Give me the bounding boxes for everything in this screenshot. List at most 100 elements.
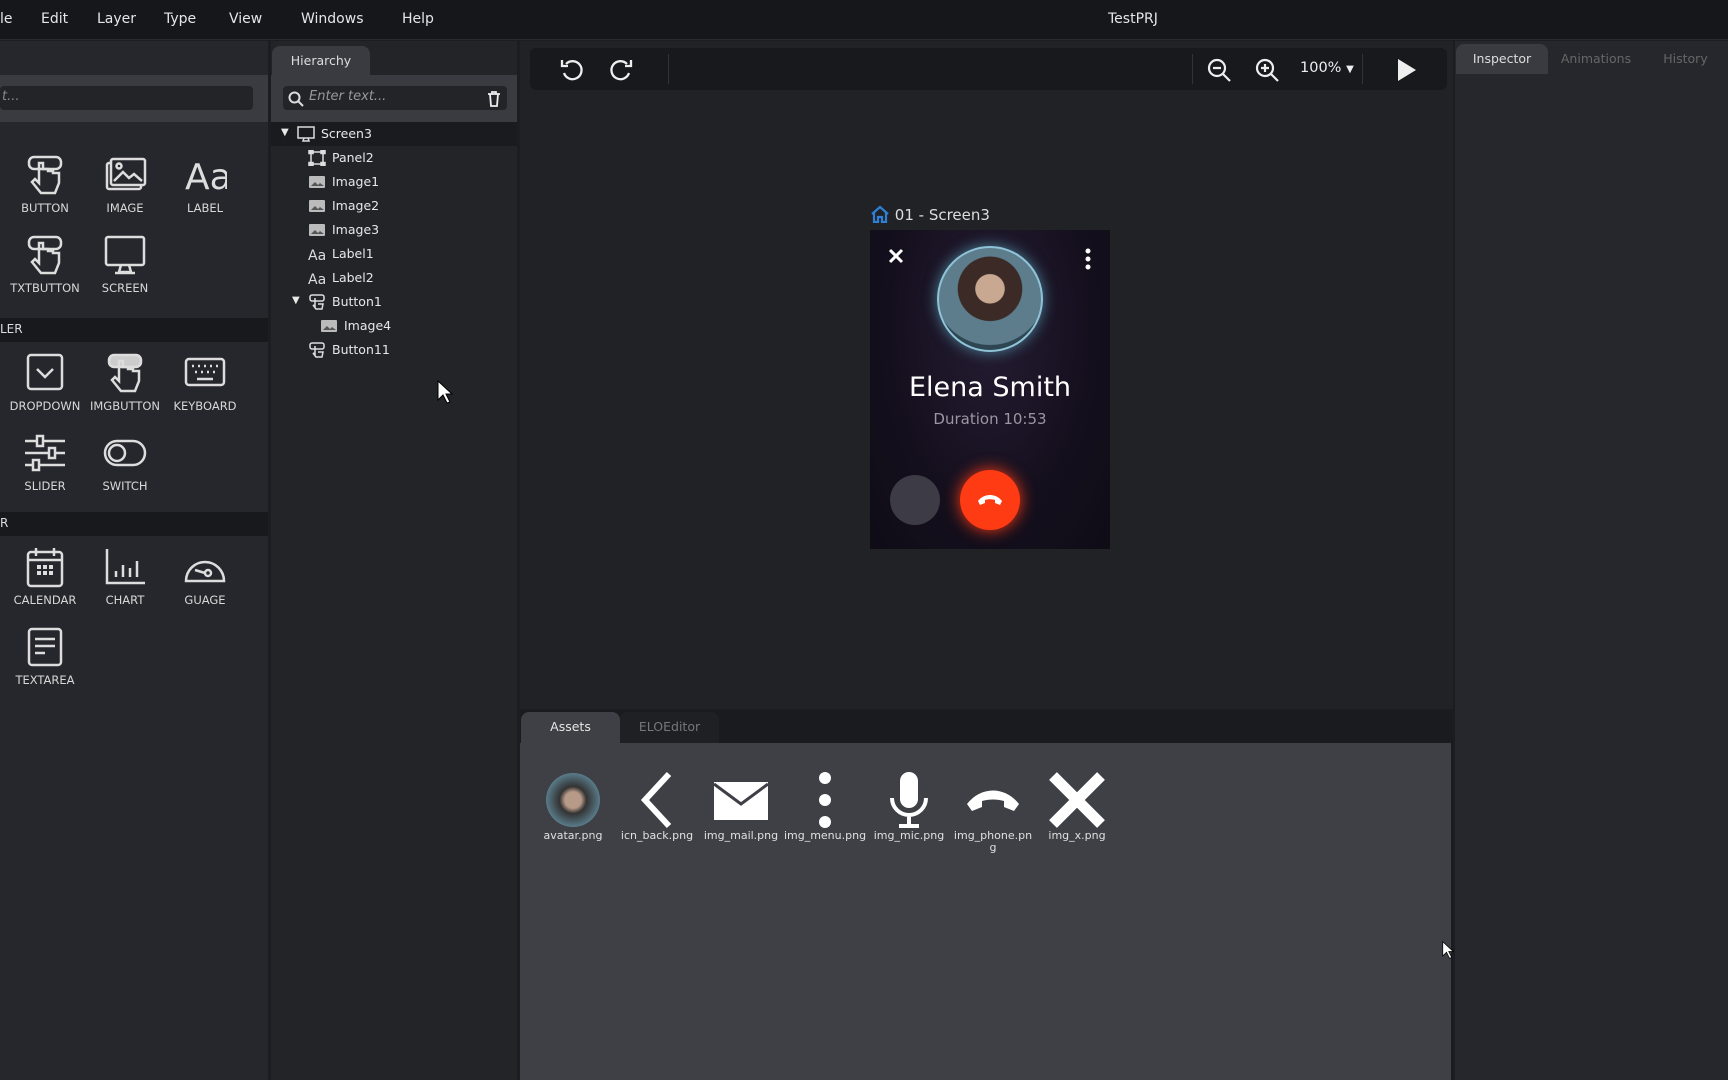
widget-search-input[interactable]: t... — [0, 86, 253, 110]
divider — [1192, 54, 1193, 84]
tree-item-label: Button1 — [332, 294, 382, 309]
asset-filename: img_x.png — [1048, 829, 1106, 842]
end-call-button[interactable] — [960, 470, 1020, 530]
mail-icon — [699, 770, 783, 830]
asset-item[interactable]: img_x.png — [1035, 770, 1119, 842]
hand-pointer-icon — [107, 353, 143, 393]
tree-item[interactable]: Button11 — [271, 338, 517, 362]
play-icon[interactable] — [1392, 56, 1420, 84]
image-icon — [320, 318, 338, 334]
expand-toggle-icon[interactable]: ▼ — [292, 295, 300, 306]
hierarchy-search-input[interactable]: Enter text... — [283, 86, 507, 110]
mute-button[interactable] — [890, 475, 940, 525]
expand-toggle-icon[interactable]: ▼ — [281, 127, 289, 138]
chevron-down-icon: ▼ — [1346, 64, 1354, 75]
widget-switch[interactable]: SWITCH — [85, 431, 165, 493]
bar-chart-icon — [105, 549, 145, 585]
widget-gauge[interactable]: GUAGE — [165, 545, 245, 607]
hand-pointer-icon — [27, 235, 63, 275]
section-header-other: R — [0, 512, 268, 536]
widget-chart[interactable]: CHART — [85, 545, 165, 607]
tree-item[interactable]: Aa Label2 — [271, 266, 517, 290]
undo-icon[interactable] — [558, 56, 586, 84]
asset-item[interactable]: img_mic.png — [867, 770, 951, 842]
widget-panel: t... BUTTON IMAGE Aa LABEL TXTBUTTON SCR… — [0, 41, 268, 1080]
close-icon[interactable] — [888, 248, 904, 264]
gauge-icon — [184, 560, 226, 583]
tree-item[interactable]: Aa Label1 — [271, 242, 517, 266]
widget-screen[interactable]: SCREEN — [85, 233, 165, 295]
widget-txtbutton[interactable]: TXTBUTTON — [5, 233, 85, 295]
tree-item[interactable]: ▼ Screen3 — [271, 122, 517, 146]
text-aa-icon: Aa — [308, 270, 326, 288]
widget-textarea[interactable]: TEXTAREA — [5, 625, 85, 687]
asset-item[interactable]: avatar.png — [531, 770, 615, 842]
tree-item[interactable]: Image1 — [271, 170, 517, 194]
tab-hierarchy[interactable]: Hierarchy — [272, 46, 370, 76]
tree-item[interactable]: ▼ Button1 — [271, 290, 517, 314]
image-icon — [308, 222, 326, 238]
divider — [1362, 54, 1363, 84]
home-icon — [871, 205, 889, 224]
tree-item-label: Image2 — [332, 198, 380, 213]
menu-edit[interactable]: Edit — [41, 11, 68, 27]
widget-slider[interactable]: SLIDER — [5, 431, 85, 493]
widget-imgbutton[interactable]: IMGBUTTON — [85, 351, 165, 413]
menu-help[interactable]: Help — [402, 11, 434, 27]
zoom-out-icon[interactable] — [1205, 56, 1233, 84]
widget-calendar[interactable]: CALENDAR — [5, 545, 85, 607]
redo-icon[interactable] — [607, 56, 635, 84]
asset-item[interactable]: img_menu.png — [783, 770, 867, 842]
svg-text:Aa: Aa — [185, 157, 227, 197]
image-icon — [308, 174, 326, 190]
section-header-controller: LER — [0, 318, 268, 342]
widget-image[interactable]: IMAGE — [85, 153, 165, 215]
zoom-level-dropdown[interactable]: 100% ▼ — [1300, 60, 1354, 76]
kebab-menu-icon — [783, 770, 867, 830]
widget-label[interactable]: Aa LABEL — [165, 153, 245, 215]
menu-layer[interactable]: Layer — [97, 11, 136, 27]
textarea-icon — [27, 627, 63, 667]
kebab-menu-icon[interactable] — [1084, 248, 1092, 270]
screen-preview[interactable]: Elena Smith Duration 10:53 — [870, 230, 1110, 549]
asset-item[interactable]: img_phone.png — [951, 770, 1035, 854]
tab-eloeditor[interactable]: ELOEditor — [620, 712, 719, 744]
image-icon — [308, 198, 326, 214]
asset-item[interactable]: icn_back.png — [615, 770, 699, 842]
tree-item-label: Image4 — [344, 318, 392, 333]
canvas-toolbar: 100% ▼ — [530, 48, 1447, 90]
microphone-icon — [867, 770, 951, 830]
tree-item[interactable]: Image4 — [271, 314, 517, 338]
tree-item-label: Label2 — [332, 270, 374, 285]
divider — [668, 54, 669, 84]
tree-item[interactable]: Panel2 — [271, 146, 517, 170]
widget-dropdown[interactable]: DROPDOWN — [5, 351, 85, 413]
tree-item-label: Panel2 — [332, 150, 374, 165]
menu-view[interactable]: View — [229, 11, 262, 27]
tab-animations[interactable]: Animations — [1550, 44, 1642, 74]
asset-filename: img_mail.png — [703, 829, 779, 842]
tab-assets[interactable]: Assets — [521, 712, 620, 744]
dropdown-icon — [26, 353, 64, 391]
x-icon — [1035, 770, 1119, 830]
widget-button[interactable]: BUTTON — [5, 153, 85, 215]
zoom-in-icon[interactable] — [1253, 56, 1281, 84]
tree-item-label: Screen3 — [321, 126, 372, 141]
keyboard-icon — [184, 357, 226, 387]
tab-history[interactable]: History — [1643, 44, 1728, 74]
asset-filename: img_phone.png — [953, 829, 1033, 854]
text-aa-icon: Aa — [308, 246, 326, 264]
sliders-icon — [25, 434, 65, 472]
menu-type[interactable]: Type — [164, 11, 196, 27]
menu-file[interactable]: le — [0, 11, 13, 27]
avatar — [937, 246, 1043, 352]
image-icon — [105, 157, 147, 191]
tree-item[interactable]: Image3 — [271, 218, 517, 242]
screen-label: 01 - Screen3 — [870, 205, 990, 224]
menu-windows[interactable]: Windows — [301, 11, 364, 27]
widget-keyboard[interactable]: KEYBOARD — [165, 351, 245, 413]
tab-inspector[interactable]: Inspector — [1456, 44, 1548, 74]
tree-item[interactable]: Image2 — [271, 194, 517, 218]
trash-icon[interactable] — [487, 91, 501, 107]
asset-item[interactable]: img_mail.png — [699, 770, 783, 842]
